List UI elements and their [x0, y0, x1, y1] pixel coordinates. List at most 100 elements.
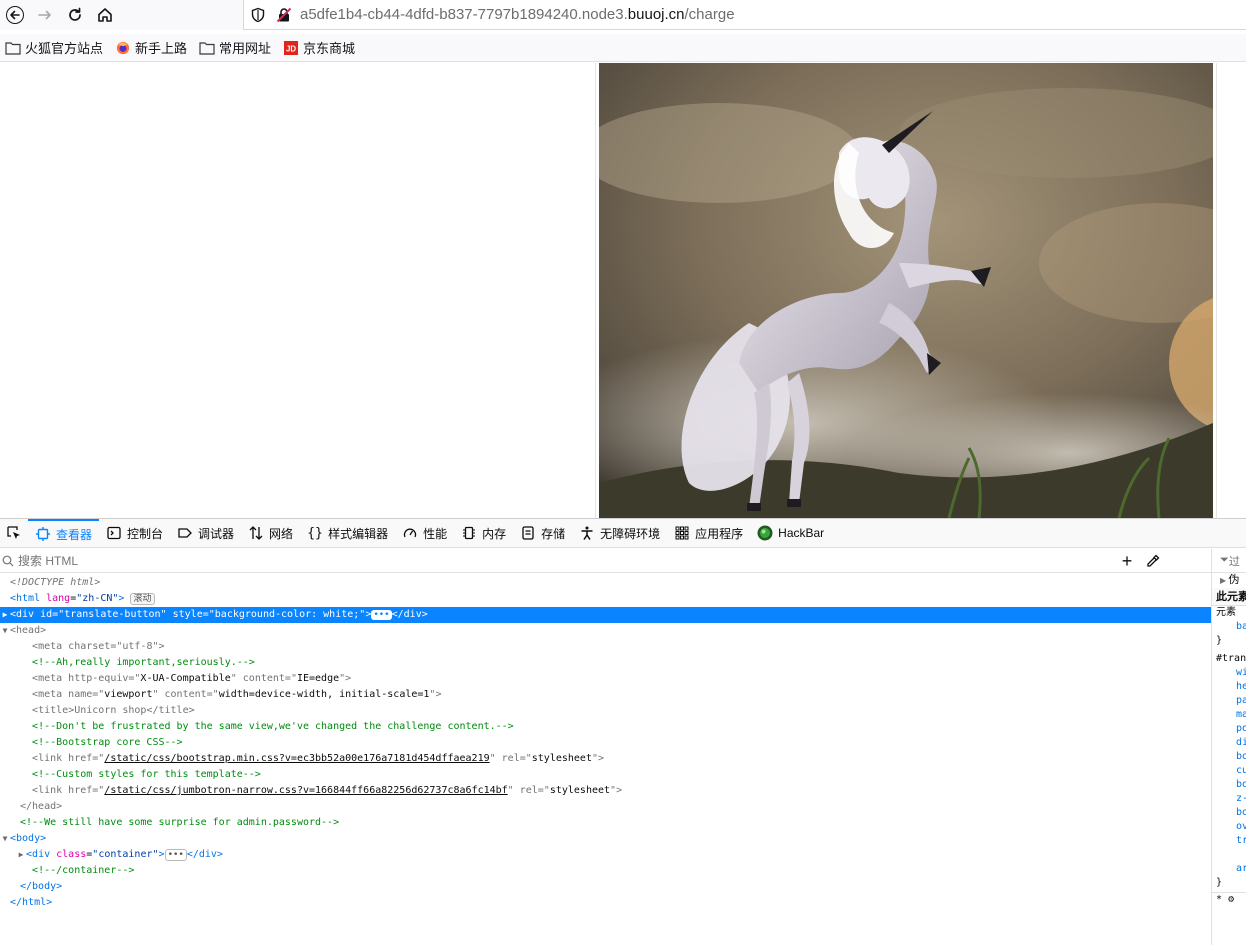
scroll-badge[interactable]: 滚动 — [130, 593, 155, 605]
tree-node-body-close[interactable]: </body> — [0, 879, 1211, 895]
add-node-button[interactable]: + — [1118, 552, 1136, 570]
rules-sidebar: ⏷过 ▶ 伪 此元素 元素 ba } #tran wi he pa ma po … — [1211, 549, 1246, 945]
tab-inspector[interactable]: 查看器 — [28, 519, 100, 547]
collapse-triangle-icon[interactable]: ▼ — [0, 623, 10, 639]
tab-style-editor[interactable]: {} 样式编辑器 — [300, 519, 395, 547]
element-picker-button[interactable] — [0, 519, 28, 547]
element-picker-icon — [7, 526, 20, 539]
css-property[interactable]: tr — [1212, 834, 1246, 848]
css-property[interactable]: ar — [1212, 862, 1246, 876]
tree-node-comment[interactable]: <!--Custom styles for this template--> — [0, 767, 1211, 783]
tracking-protection-shield-icon[interactable] — [250, 7, 266, 23]
css-property[interactable]: di — [1212, 736, 1246, 750]
tab-storage[interactable]: 存储 — [513, 519, 572, 547]
expand-triangle-icon[interactable]: ▶ — [16, 847, 26, 863]
css-property[interactable]: po — [1212, 722, 1246, 736]
eyedropper-icon — [1147, 554, 1160, 567]
link-href-value[interactable]: /static/css/bootstrap.min.css?v=ec3bb52a… — [104, 753, 489, 764]
tree-node-body[interactable]: ▼ <body> — [0, 831, 1211, 847]
bookmark-jd-mall[interactable]: JD 京东商城 — [283, 38, 355, 57]
page-viewport — [0, 63, 1246, 518]
collapse-triangle-icon[interactable]: ▼ — [0, 831, 10, 847]
bookmark-firefox-official[interactable]: 火狐官方站点 — [5, 38, 103, 57]
collapsed-content-ellipsis[interactable]: ••• — [371, 610, 392, 620]
tree-node-meta-http-equiv[interactable]: <meta http-equiv="X-UA-Compatible" conte… — [0, 671, 1211, 687]
collapsed-content-ellipsis[interactable]: ••• — [164, 849, 187, 861]
forward-button[interactable] — [30, 0, 60, 30]
css-property[interactable] — [1212, 848, 1246, 862]
title-text: Unicorn shop — [74, 705, 147, 716]
tree-node-comment[interactable]: <!--Don't be frustrated by the same view… — [0, 719, 1211, 735]
css-property[interactable]: pa — [1212, 694, 1246, 708]
tree-node-head[interactable]: ▼ <head> — [0, 623, 1211, 639]
meta-http-content-value: IE=edge — [296, 673, 340, 684]
css-property[interactable]: he — [1212, 680, 1246, 694]
css-property[interactable]: ov — [1212, 820, 1246, 834]
div-class-value: container — [98, 849, 153, 860]
svg-text:JD: JD — [286, 44, 296, 53]
back-arrow-icon — [6, 6, 24, 24]
tree-node-comment[interactable]: <!--/container--> — [0, 863, 1211, 879]
bookmark-getting-started[interactable]: 新手上路 — [115, 38, 187, 57]
tree-node-link-bootstrap[interactable]: <link href="/static/css/bootstrap.min.cs… — [0, 751, 1211, 767]
tree-node-meta-charset[interactable]: <meta charset="utf-8"> — [0, 639, 1211, 655]
braces-icon: {} — [307, 525, 323, 541]
back-button[interactable] — [0, 0, 30, 30]
insecure-lock-icon[interactable] — [276, 7, 292, 23]
bookmark-label: 常用网址 — [219, 41, 272, 56]
tree-node-html-close[interactable]: </html> — [0, 895, 1211, 911]
tab-memory[interactable]: 内存 — [454, 519, 513, 547]
universal-rule-row: * ⚙ — [1212, 892, 1246, 906]
tab-application[interactable]: 应用程序 — [667, 519, 750, 547]
rules-filter[interactable]: ⏷ 过 — [1212, 549, 1246, 573]
tree-node-translate-div[interactable]: ▶ <div id="translate-button" style="backg… — [0, 607, 1211, 623]
devtools-tabbar: 查看器 控制台 调试器 网络 {} 样式编辑器 性能 内存 存储 无障碍环境 应… — [0, 519, 1246, 548]
css-property[interactable]: bo — [1212, 778, 1246, 792]
css-property[interactable]: wi — [1212, 666, 1246, 680]
rule-close-brace: } — [1216, 877, 1223, 888]
element-rule-selector: 元素 — [1216, 607, 1236, 618]
css-property[interactable]: ba — [1212, 620, 1246, 634]
reload-button[interactable] — [60, 0, 90, 30]
application-grid-icon — [674, 525, 690, 541]
expand-triangle-icon[interactable]: ▶ — [0, 607, 10, 623]
tab-hackbar[interactable]: HackBar — [750, 519, 831, 547]
tree-node-meta-viewport[interactable]: <meta name="viewport" content="width=dev… — [0, 687, 1211, 703]
tree-node-container[interactable]: ▶ <div class="container"> ••• </div> — [0, 847, 1211, 863]
tab-label: 内存 — [482, 526, 507, 541]
css-property[interactable]: bo — [1212, 806, 1246, 820]
meta-name-value: viewport — [104, 689, 153, 700]
tab-network[interactable]: 网络 — [241, 519, 300, 547]
url-text[interactable]: a5dfe1b4-cb44-4dfd-b837-7797b1894240.nod… — [300, 6, 735, 23]
css-property[interactable]: z- — [1212, 792, 1246, 806]
eyedropper-button[interactable] — [1144, 552, 1162, 570]
memory-chip-icon — [461, 525, 477, 541]
address-bar[interactable]: a5dfe1b4-cb44-4dfd-b837-7797b1894240.nod… — [243, 0, 1246, 30]
css-property[interactable]: ma — [1212, 708, 1246, 722]
hackbar-icon — [757, 525, 773, 541]
tab-debugger[interactable]: 调试器 — [170, 519, 241, 547]
bookmark-label: 新手上路 — [135, 41, 188, 56]
css-property[interactable]: cu — [1212, 764, 1246, 778]
link-href-value[interactable]: /static/css/jumbotron-narrow.css?v=16684… — [104, 785, 507, 796]
tree-node-link-jumbotron[interactable]: <link href="/static/css/jumbotron-narrow… — [0, 783, 1211, 799]
tab-accessibility[interactable]: 无障碍环境 — [572, 519, 667, 547]
tree-node-html[interactable]: <html lang="zh-CN"> 滚动 — [0, 591, 1211, 607]
tree-node-head-close[interactable]: </head> — [0, 799, 1211, 815]
tree-node-comment[interactable]: <!--Bootstrap core CSS--> — [0, 735, 1211, 751]
tree-node-comment[interactable]: <!--We still have some surprise for admi… — [0, 815, 1211, 831]
tree-node-title[interactable]: <title>Unicorn shop</title> — [0, 703, 1211, 719]
gear-icon[interactable]: ⚙ — [1228, 894, 1234, 905]
html-search-input[interactable] — [18, 553, 1118, 568]
tab-performance[interactable]: 性能 — [395, 519, 454, 547]
css-property[interactable]: bo — [1212, 750, 1246, 764]
folder-icon — [5, 41, 21, 55]
tree-node-doctype[interactable]: <!DOCTYPE html> — [0, 575, 1211, 591]
pseudo-elements-toggle[interactable]: ▶ 伪 — [1212, 573, 1246, 588]
home-button[interactable] — [90, 0, 120, 30]
tab-console[interactable]: 控制台 — [99, 519, 170, 547]
bookmark-common-sites[interactable]: 常用网址 — [199, 38, 271, 57]
tree-node-comment[interactable]: <!--Ah,really important,seriously.--> — [0, 655, 1211, 671]
tab-label: 查看器 — [56, 527, 93, 542]
devtools-panel: 查看器 控制台 调试器 网络 {} 样式编辑器 性能 内存 存储 无障碍环境 应… — [0, 518, 1246, 945]
